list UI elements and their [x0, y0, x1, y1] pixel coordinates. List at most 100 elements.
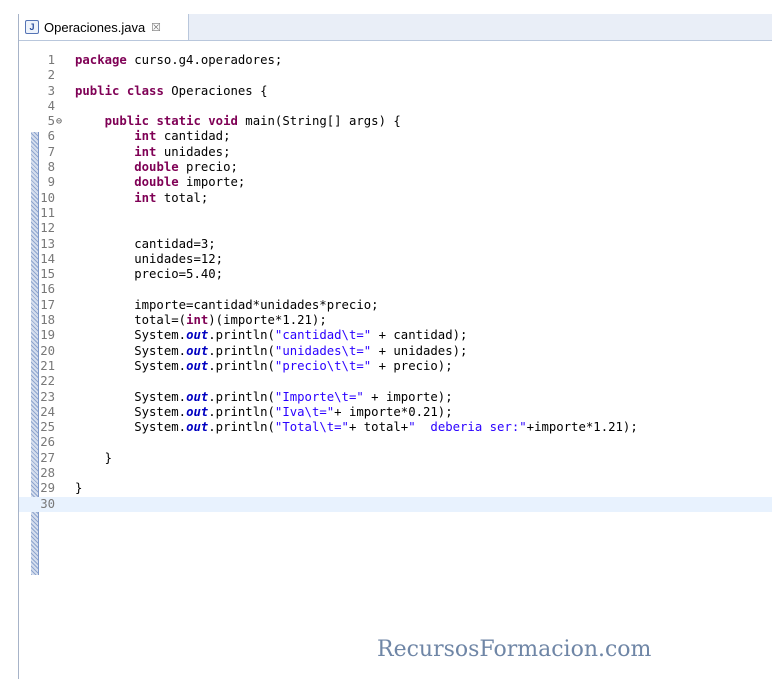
code-line[interactable]: 4	[19, 99, 772, 114]
string-token: "precio\t\t="	[274, 358, 372, 373]
code-area[interactable]: 1 package curso.g4.operadores; 2 3 public cl…	[19, 53, 772, 512]
line-number: 30	[40, 496, 55, 511]
code-text: precio=5.40;	[75, 267, 223, 282]
code-token: )(importe*1.21);	[208, 313, 327, 328]
code-token: + cantidad);	[371, 328, 468, 343]
code-token: + unidades);	[371, 343, 468, 358]
code-text: cantidad=3;	[75, 236, 216, 252]
code-token: .println(	[208, 343, 275, 358]
keyword-token: int	[134, 144, 157, 159]
code-text: public static void main(String[] args) {	[75, 114, 401, 129]
code-line[interactable]: 11	[19, 206, 772, 221]
code-editor[interactable]: 1 package curso.g4.operadores; 2 3 public cl…	[19, 41, 772, 679]
tab-title: Operaciones.java	[44, 19, 146, 35]
code-line[interactable]: 2	[19, 68, 772, 83]
code-line[interactable]: 3 public class Operaciones {	[19, 84, 772, 99]
code-text: System.out.println("unidades\t=" + unida…	[75, 344, 467, 359]
code-text: total=(int)(importe*1.21);	[75, 313, 327, 328]
code-token: unidades;	[156, 144, 231, 159]
code-token: System.	[75, 343, 187, 358]
line-number: 24	[40, 404, 55, 419]
line-number: 21	[40, 358, 55, 373]
code-line[interactable]: 22	[19, 374, 772, 389]
code-line[interactable]: 12	[19, 221, 772, 236]
code-line[interactable]: 7 int unidades;	[19, 145, 772, 160]
code-line[interactable]: 18 total=(int)(importe*1.21);	[19, 313, 772, 328]
code-token: .println(	[208, 420, 275, 435]
line-number: 15	[40, 267, 55, 282]
code-token: + importe*0.21);	[334, 404, 453, 419]
code-token: .println(	[208, 358, 275, 373]
line-number: 13	[40, 236, 55, 251]
code-token: .println(	[208, 404, 275, 419]
line-number: 22	[40, 374, 55, 389]
code-line[interactable]: 15 precio=5.40;	[19, 267, 772, 282]
keyword-token: static	[156, 114, 201, 129]
code-token: importe=cantidad*unidades*precio;	[75, 297, 379, 312]
string-token: "cantidad\t="	[274, 328, 372, 343]
code-token: + precio);	[371, 358, 453, 373]
code-token: total=(	[75, 313, 187, 328]
code-line[interactable]: 14 unidades=12;	[19, 252, 772, 267]
close-icon[interactable]: ☒	[151, 21, 161, 34]
fold-toggle-icon[interactable]: ⊖	[56, 114, 66, 129]
line-number: 8	[47, 160, 55, 175]
code-line[interactable]: 27 }	[19, 451, 772, 466]
code-text: int cantidad;	[75, 129, 230, 144]
code-line[interactable]: 26	[19, 435, 772, 450]
code-token: importe;	[178, 175, 246, 190]
keyword-token: double	[134, 175, 179, 190]
line-number: 9	[47, 175, 55, 190]
line-number: 26	[40, 435, 55, 450]
code-text: public class Operaciones {	[75, 84, 268, 99]
line-number: 20	[40, 343, 55, 358]
string-token: "unidades\t="	[274, 343, 372, 358]
code-text: package curso.g4.operadores;	[75, 53, 282, 68]
line-number: 23	[40, 389, 55, 404]
code-line[interactable]: 20 System.out.println("unidades\t=" + un…	[19, 344, 772, 359]
code-token: System.	[75, 420, 187, 435]
line-number: 10	[40, 190, 55, 205]
line-number: 17	[40, 297, 55, 312]
code-line[interactable]: 1 package curso.g4.operadores;	[19, 53, 772, 68]
code-line[interactable]: 21 System.out.println("precio\t\t=" + pr…	[19, 359, 772, 374]
code-token: total;	[156, 190, 209, 205]
editor-tab-bar: J Operaciones.java ☒	[19, 14, 772, 41]
line-number: 16	[40, 282, 55, 297]
tab-operaciones-java[interactable]: J Operaciones.java ☒	[19, 14, 189, 40]
line-number: 25	[40, 420, 55, 435]
field-token: out	[186, 420, 209, 435]
line-number: 7	[47, 144, 55, 159]
code-token: .println(	[208, 389, 275, 404]
code-line[interactable]: 8 double precio;	[19, 160, 772, 175]
code-line[interactable]: 6 int cantidad;	[19, 129, 772, 144]
code-line[interactable]: 10 int total;	[19, 191, 772, 206]
code-text: }	[75, 451, 112, 466]
code-token: .println(	[208, 328, 275, 343]
code-line[interactable]: 17 importe=cantidad*unidades*precio;	[19, 298, 772, 313]
code-line[interactable]: 28	[19, 466, 772, 481]
code-line[interactable]: 13 cantidad=3;	[19, 237, 772, 252]
code-line[interactable]: 25 System.out.println("Total\t="+ total+…	[19, 420, 772, 435]
code-line[interactable]: 5 ⊖ public static void main(String[] args…	[19, 114, 772, 129]
code-text: System.out.println("Total\t="+ total+" d…	[75, 420, 638, 435]
code-line[interactable]: 16	[19, 282, 772, 297]
string-token: "Importe\t="	[274, 389, 364, 404]
code-token: curso.g4.operadores;	[126, 53, 283, 67]
keyword-token: int	[134, 129, 157, 144]
line-number: 29	[40, 481, 55, 496]
watermark: RecursosFormacion.com	[377, 637, 652, 662]
code-text: unidades=12;	[75, 252, 223, 267]
code-line[interactable]: 9 double importe;	[19, 175, 772, 190]
code-token: }	[75, 481, 83, 496]
code-line[interactable]: 24 System.out.println("Iva\t="+ importe*…	[19, 405, 772, 420]
code-token: cantidad=3;	[75, 236, 216, 251]
code-line[interactable]: 29}	[19, 481, 772, 496]
code-line[interactable]: 30	[19, 496, 772, 512]
code-line[interactable]: 19 System.out.println("cantidad\t=" + ca…	[19, 328, 772, 343]
code-line[interactable]: 23 System.out.println("Importe\t=" + imp…	[19, 390, 772, 405]
code-text: System.out.println("precio\t\t=" + preci…	[75, 358, 453, 374]
